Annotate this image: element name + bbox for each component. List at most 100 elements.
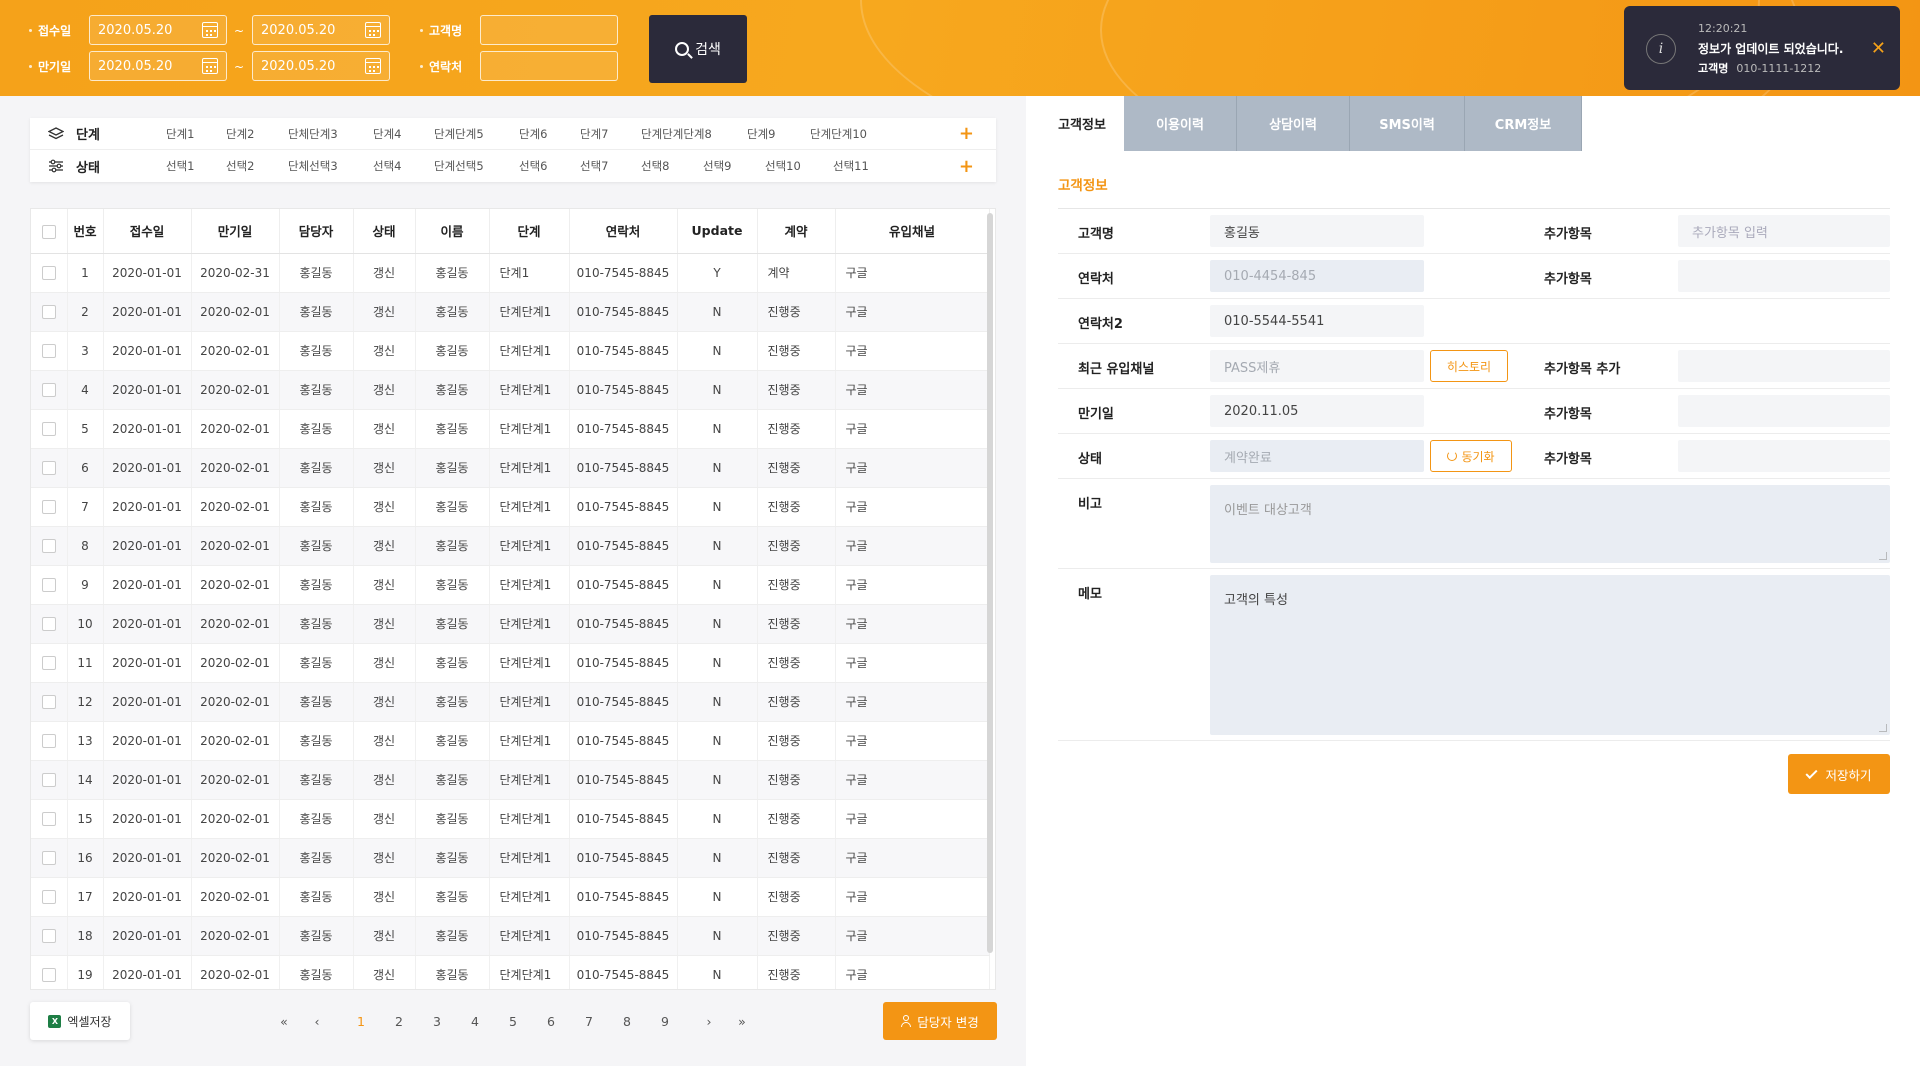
row-checkbox[interactable] [41,421,56,436]
row-checkbox[interactable] [41,811,56,826]
row-select-cell[interactable] [31,487,68,527]
stage-option[interactable]: 단계1 [166,126,194,142]
row-checkbox[interactable] [41,928,56,943]
row-select-cell[interactable] [31,292,68,332]
row-select-cell[interactable] [31,253,68,293]
select-all-cell[interactable] [31,209,68,254]
column-header[interactable]: 연락처 [569,209,678,254]
customer-name-input[interactable] [480,15,618,45]
table-row[interactable]: 4 2020-01-01 2020-02-01 홍길동 갱신 홍길동 단계단계1 010-75… [31,370,990,410]
state-option[interactable]: 선택7 [580,158,608,174]
page-button[interactable]: 7 [575,1002,603,1040]
row-checkbox[interactable] [41,655,56,670]
add-state-icon[interactable]: + [959,156,974,177]
tab-customer-info[interactable]: 고객정보 [1040,96,1124,151]
tab-usage-history[interactable]: 이용이력 [1124,96,1237,151]
status-field[interactable]: 계약완료 [1210,440,1424,472]
row-select-cell[interactable] [31,409,68,449]
row-select-cell[interactable] [31,643,68,683]
stage-option[interactable]: 단계단계10 [810,126,867,142]
row-select-cell[interactable] [31,370,68,410]
row-select-cell[interactable] [31,682,68,722]
table-scrollbar[interactable] [987,213,993,953]
table-row[interactable]: 3 2020-01-01 2020-02-01 홍길동 갱신 홍길동 단계단계1 010-75… [31,331,990,371]
row-checkbox[interactable] [41,538,56,553]
table-row[interactable]: 7 2020-01-01 2020-02-01 홍길동 갱신 홍길동 단계단계1 010-75… [31,487,990,527]
table-row[interactable]: 14 2020-01-01 2020-02-01 홍길동 갱신 홍길동 단계단계1 010-7… [31,760,990,800]
stage-option[interactable]: 단계6 [519,126,547,142]
row-select-cell[interactable] [31,760,68,800]
column-header[interactable]: Update [677,209,758,254]
extra-field-input[interactable] [1678,440,1890,472]
row-checkbox[interactable] [41,889,56,904]
column-header[interactable]: 만기일 [191,209,280,254]
state-option[interactable]: 단체선택3 [288,158,338,174]
column-header[interactable]: 이름 [415,209,490,254]
extra-field-input[interactable] [1678,260,1890,292]
table-row[interactable]: 18 2020-01-01 2020-02-01 홍길동 갱신 홍길동 단계단계1 010-7… [31,916,990,956]
change-manager-button[interactable]: 담당자 변경 [883,1002,997,1040]
calendar-icon[interactable] [202,22,218,38]
row-checkbox[interactable] [41,460,56,475]
contact-input[interactable] [480,51,618,81]
table-row[interactable]: 15 2020-01-01 2020-02-01 홍길동 갱신 홍길동 단계단계1 010-7… [31,799,990,839]
expiry-field[interactable]: 2020.11.05 [1210,395,1424,427]
row-checkbox[interactable] [41,850,56,865]
extra-field-input[interactable] [1678,350,1890,382]
row-checkbox[interactable] [41,772,56,787]
stage-option[interactable]: 단계9 [747,126,775,142]
column-header[interactable]: 상태 [353,209,416,254]
next-page-button[interactable]: › [695,1002,723,1040]
row-checkbox[interactable] [41,967,56,982]
table-row[interactable]: 17 2020-01-01 2020-02-01 홍길동 갱신 홍길동 단계단계1 010-7… [31,877,990,917]
excel-export-button[interactable]: X 엑셀저장 [30,1002,130,1040]
page-button[interactable]: 6 [537,1002,565,1040]
stage-option[interactable]: 단계4 [373,126,401,142]
extra-field-input[interactable] [1678,395,1890,427]
state-option[interactable]: 단계선택5 [434,158,484,174]
row-select-cell[interactable] [31,799,68,839]
stage-option[interactable]: 단계단계5 [434,126,484,142]
stage-option[interactable]: 단계7 [580,126,608,142]
close-icon[interactable]: ✕ [1871,38,1886,59]
table-row[interactable]: 5 2020-01-01 2020-02-01 홍길동 갱신 홍길동 단계단계1 010-75… [31,409,990,449]
row-checkbox[interactable] [41,694,56,709]
row-checkbox[interactable] [41,733,56,748]
receipt-date-from-input[interactable]: 2020.05.20 [89,15,227,45]
sync-button[interactable]: 동기화 [1430,440,1512,472]
row-select-cell[interactable] [31,526,68,566]
row-select-cell[interactable] [31,604,68,644]
resize-handle[interactable] [1879,724,1887,732]
prev-page-button[interactable]: ‹ [303,1002,331,1040]
page-button[interactable]: 1 [347,1002,375,1040]
state-option[interactable]: 선택9 [703,158,731,174]
page-button[interactable]: 4 [461,1002,489,1040]
state-option[interactable]: 선택11 [833,158,869,174]
select-all-checkbox[interactable] [41,224,56,239]
row-select-cell[interactable] [31,448,68,488]
row-checkbox[interactable] [41,577,56,592]
stage-option[interactable]: 단계2 [226,126,254,142]
expiry-date-from-input[interactable]: 2020.05.20 [89,51,227,81]
last-page-button[interactable]: » [728,1002,756,1040]
tab-sms-history[interactable]: SMS이력 [1350,96,1465,151]
row-checkbox[interactable] [41,499,56,514]
table-row[interactable]: 1 2020-01-01 2020-02-31 홍길동 갱신 홍길동 단계1 010-7545… [31,253,990,293]
memo-textarea[interactable]: 고객의 특성 [1210,575,1890,735]
row-select-cell[interactable] [31,916,68,956]
page-button[interactable]: 5 [499,1002,527,1040]
channel-field[interactable]: PASS제휴 [1210,350,1424,382]
column-header[interactable]: 단계 [489,209,570,254]
calendar-icon[interactable] [365,22,381,38]
tab-crm-info[interactable]: CRM정보 [1465,96,1582,151]
state-option[interactable]: 선택8 [641,158,669,174]
state-option[interactable]: 선택2 [226,158,254,174]
table-row[interactable]: 19 2020-01-01 2020-02-01 홍길동 갱신 홍길동 단계단계1 010-7… [31,955,990,989]
state-option[interactable]: 선택6 [519,158,547,174]
column-header[interactable]: 계약 [757,209,836,254]
table-row[interactable]: 12 2020-01-01 2020-02-01 홍길동 갱신 홍길동 단계단계1 010-7… [31,682,990,722]
column-header[interactable]: 번호 [67,209,104,254]
phone2-field[interactable]: 010-5544-5541 [1210,305,1424,337]
table-row[interactable]: 6 2020-01-01 2020-02-01 홍길동 갱신 홍길동 단계단계1 010-75… [31,448,990,488]
column-header[interactable]: 접수일 [103,209,192,254]
